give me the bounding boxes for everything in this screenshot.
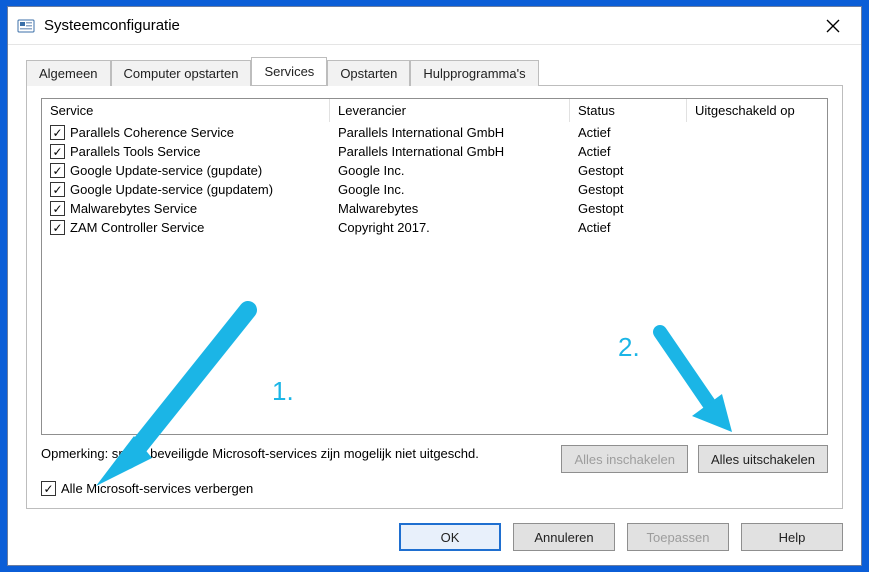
- tab-hulpprogrammas[interactable]: Hulpprogramma's: [410, 60, 538, 86]
- service-status: Gestopt: [570, 162, 687, 179]
- service-vendor: Parallels International GmbH: [330, 124, 570, 141]
- table-row[interactable]: Malwarebytes Service MalwarebytesGestopt: [42, 199, 827, 218]
- service-disabled-on: [687, 181, 827, 198]
- service-disabled-on: [687, 200, 827, 217]
- service-checkbox[interactable]: [50, 144, 65, 159]
- apply-button[interactable]: Toepassen: [627, 523, 729, 551]
- service-disabled-on: [687, 143, 827, 160]
- service-status: Actief: [570, 219, 687, 236]
- note-text: Opmerking: smige beveiligde Microsoft-se…: [41, 445, 481, 463]
- column-header-leverancier[interactable]: Leverancier: [330, 99, 570, 122]
- dialog-window: Systeemconfiguratie Algemeen Computer op…: [7, 6, 862, 566]
- hide-ms-checkbox[interactable]: [41, 481, 56, 496]
- service-checkbox[interactable]: [50, 163, 65, 178]
- table-row[interactable]: Parallels Tools Service Parallels Interna…: [42, 142, 827, 161]
- table-row[interactable]: ZAM Controller Service Copyright 2017.Act…: [42, 218, 827, 237]
- note-fragment: d.: [468, 446, 479, 461]
- service-checkbox[interactable]: [50, 220, 65, 235]
- service-status: Gestopt: [570, 200, 687, 217]
- note-fragment: mige beveiligde Microsoft-services zijn …: [118, 446, 468, 461]
- service-disabled-on: [687, 162, 827, 179]
- hide-ms-label: Alle Microsoft-services verbergen: [61, 481, 253, 496]
- disable-all-button[interactable]: Alles uitschakelen: [698, 445, 828, 473]
- list-header: Service Leverancier Status Uitgeschakeld…: [42, 99, 827, 123]
- note-fragment: Opmerking: s: [41, 446, 118, 461]
- tab-opstarten[interactable]: Opstarten: [327, 60, 410, 86]
- window-title: Systeemconfiguratie: [44, 17, 813, 34]
- service-disabled-on: [687, 124, 827, 141]
- tab-label: Opstarten: [340, 66, 397, 81]
- column-header-uitgeschakeld[interactable]: Uitgeschakeld op: [687, 99, 827, 122]
- service-vendor: Copyright 2017.: [330, 219, 570, 236]
- help-button[interactable]: Help: [741, 523, 843, 551]
- tab-label: Services: [264, 64, 314, 79]
- service-name: Google Update-service (gupdatem): [70, 182, 273, 197]
- services-panel: Service Leverancier Status Uitgeschakeld…: [26, 85, 843, 509]
- service-vendor: Parallels International GmbH: [330, 143, 570, 160]
- service-name: Malwarebytes Service: [70, 201, 197, 216]
- tab-services[interactable]: Services: [251, 57, 327, 85]
- tab-computer-opstarten[interactable]: Computer opstarten: [111, 60, 252, 86]
- tab-label: Computer opstarten: [124, 66, 239, 81]
- service-name: Google Update-service (gupdate): [70, 163, 262, 178]
- tab-strip: Algemeen Computer opstarten Services Ops…: [26, 57, 843, 85]
- cancel-button[interactable]: Annuleren: [513, 523, 615, 551]
- service-vendor: Malwarebytes: [330, 200, 570, 217]
- service-name: Parallels Tools Service: [70, 144, 201, 159]
- app-icon: [16, 16, 36, 36]
- table-row[interactable]: Google Update-service (gupdate) Google In…: [42, 161, 827, 180]
- panel-bottom: Opmerking: smige beveiligde Microsoft-se…: [41, 445, 828, 473]
- service-status: Gestopt: [570, 181, 687, 198]
- tab-label: Algemeen: [39, 66, 98, 81]
- tab-label: Hulpprogramma's: [423, 66, 525, 81]
- service-vendor: Google Inc.: [330, 162, 570, 179]
- tab-algemeen[interactable]: Algemeen: [26, 60, 111, 86]
- service-name: ZAM Controller Service: [70, 220, 204, 235]
- service-checkbox[interactable]: [50, 125, 65, 140]
- service-checkbox[interactable]: [50, 201, 65, 216]
- services-listbox[interactable]: Service Leverancier Status Uitgeschakeld…: [41, 98, 828, 435]
- column-header-service[interactable]: Service: [42, 99, 330, 122]
- service-checkbox[interactable]: [50, 182, 65, 197]
- service-name: Parallels Coherence Service: [70, 125, 234, 140]
- titlebar: Systeemconfiguratie: [8, 7, 861, 45]
- service-vendor: Google Inc.: [330, 181, 570, 198]
- dialog-button-row: OK Annuleren Toepassen Help: [8, 523, 861, 565]
- table-row[interactable]: Google Update-service (gupdatem) Google I…: [42, 180, 827, 199]
- ok-button[interactable]: OK: [399, 523, 501, 551]
- service-status: Actief: [570, 124, 687, 141]
- service-disabled-on: [687, 219, 827, 236]
- table-row[interactable]: Parallels Coherence Service Parallels Int…: [42, 123, 827, 142]
- panel-button-row: Alles inschakelen Alles uitschakelen: [561, 445, 828, 473]
- enable-all-button[interactable]: Alles inschakelen: [561, 445, 687, 473]
- client-area: Algemeen Computer opstarten Services Ops…: [8, 45, 861, 523]
- service-status: Actief: [570, 143, 687, 160]
- close-button[interactable]: [813, 11, 853, 41]
- hide-ms-row: Alle Microsoft-services verbergen: [41, 481, 828, 496]
- column-header-status[interactable]: Status: [570, 99, 687, 122]
